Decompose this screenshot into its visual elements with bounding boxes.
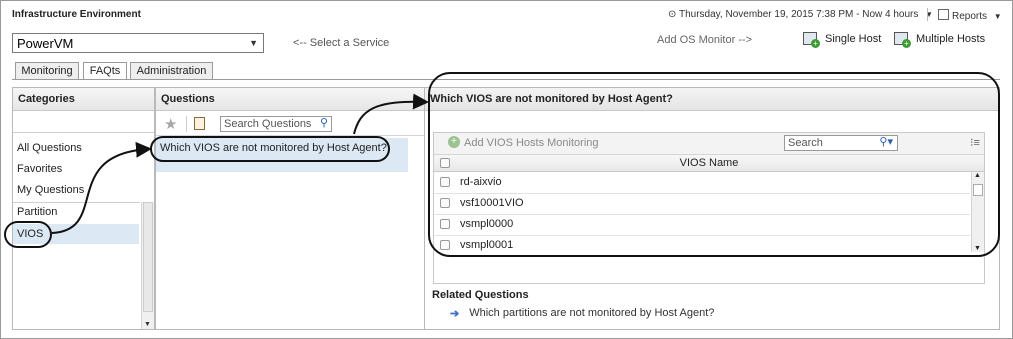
callout-arrows bbox=[51, 93, 429, 234]
arrow-to-question bbox=[51, 141, 152, 234]
arrow-to-answer bbox=[353, 93, 429, 135]
